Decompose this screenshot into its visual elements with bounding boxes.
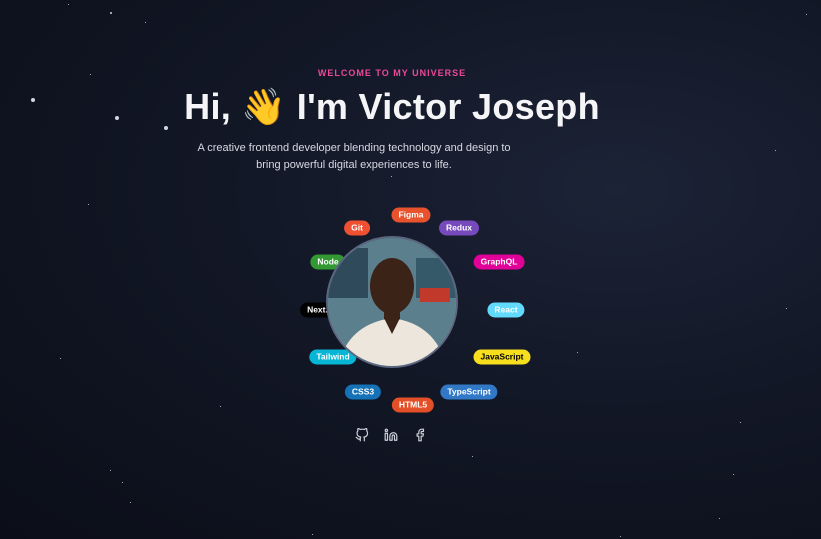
welcome-eyebrow: WELCOME TO MY UNIVERSE [317,68,467,78]
star [577,352,578,353]
avatar [326,236,458,368]
star [786,308,787,309]
hero-tagline: A creative frontend developer blending t… [197,142,511,171]
skill-badge-html5: HTML5 [391,397,435,413]
skill-badge-redux: Redux [439,220,479,236]
star [719,518,720,519]
star [733,474,734,475]
star [620,536,621,537]
social-links [353,427,433,444]
facebook-link[interactable] [413,428,429,444]
star [472,456,473,457]
github-link[interactable] [355,427,371,444]
star [145,22,146,23]
skill-label: JavaScript [480,351,524,362]
skill-label: Git [351,222,363,233]
skill-label: Redux [446,222,472,233]
star [130,502,131,503]
skill-badge-javascript: JavaScript [473,349,531,365]
star [740,422,741,423]
skill-badge-graphql: GraphQL [473,254,525,270]
star [60,358,61,359]
star [312,534,313,535]
skill-badge-git: Git [344,220,370,236]
skill-badge-css3: CSS3 [344,384,382,400]
skill-badge-figma: Figma [391,207,431,223]
skill-label: Tailwind [316,351,350,362]
star [68,4,69,5]
skill-label: CSS3 [351,386,375,397]
star [110,12,112,14]
star [391,176,392,177]
star [110,470,111,471]
hero-headline: Hi, 👋 I'm Victor Joseph [184,86,600,127]
star [122,482,123,483]
star [775,150,776,151]
star [806,14,807,15]
linkedin-icon [384,428,398,441]
portrait-image [328,238,456,366]
skill-label: Node [317,256,339,267]
github-icon [355,427,369,442]
linkedin-link[interactable] [384,428,400,444]
skill-label: Figma [398,209,424,220]
skill-badge-react: React [487,302,525,318]
skill-label: React [494,304,518,315]
skill-label: GraphQL [480,256,518,267]
skill-badge-typescript: TypeScript [440,384,498,400]
skill-label: HTML5 [398,399,428,410]
facebook-icon [416,428,425,442]
star [220,406,221,407]
skill-label: TypeScript [447,386,491,397]
star [88,204,89,205]
